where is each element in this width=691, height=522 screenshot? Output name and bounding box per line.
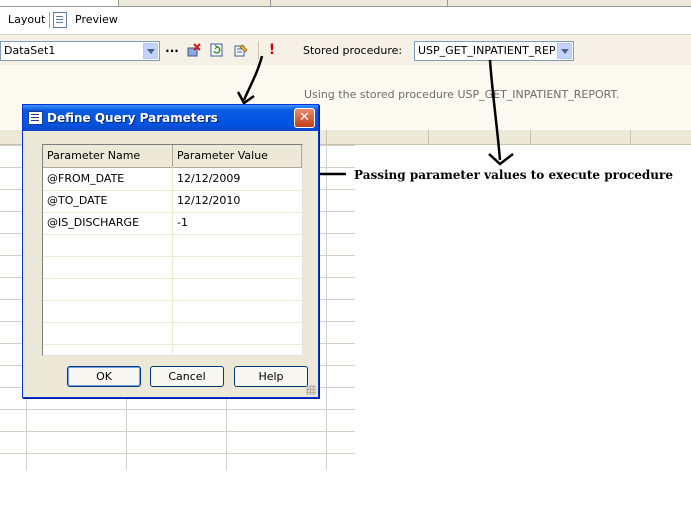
parameter-name-cell: @TO_DATE: [47, 194, 108, 207]
cancel-button[interactable]: Cancel: [150, 366, 224, 387]
arrow-to-grid: [488, 59, 502, 161]
parameters-table-header: Parameter Name Parameter Value: [43, 145, 302, 168]
arrow-to-run-icon: [242, 55, 264, 101]
define-query-parameters-dialog: Define Query Parameters ✕ Parameter Name…: [22, 104, 319, 398]
annotation-label: Passing parameter values to execute proc…: [354, 168, 673, 182]
resize-grip-icon[interactable]: [306, 385, 316, 395]
column-header-parameter-value[interactable]: Parameter Value: [173, 145, 302, 167]
empty-table-row[interactable]: [43, 300, 302, 323]
parameter-name-cell: @FROM_DATE: [47, 172, 125, 185]
empty-table-row[interactable]: [43, 234, 302, 257]
ok-button[interactable]: OK: [67, 366, 141, 387]
dialog-title: Define Query Parameters: [47, 111, 218, 125]
parameter-name-cell: @IS_DISCHARGE: [47, 216, 140, 229]
empty-table-row[interactable]: [43, 278, 302, 301]
empty-table-row[interactable]: [43, 256, 302, 279]
help-button[interactable]: Help: [234, 366, 308, 387]
table-row: @FROM_DATE 12/12/2009: [43, 168, 302, 191]
parameter-value-input[interactable]: 12/12/2009: [173, 168, 302, 190]
dialog-window-icon: [28, 111, 43, 125]
column-header-parameter-name[interactable]: Parameter Name: [43, 145, 173, 167]
empty-table-row[interactable]: [43, 322, 302, 345]
parameter-value-input[interactable]: 12/12/2010: [173, 190, 302, 212]
parameter-value-input[interactable]: -1: [173, 212, 302, 234]
dialog-titlebar[interactable]: Define Query Parameters ✕: [23, 105, 318, 131]
close-button[interactable]: ✕: [294, 108, 315, 128]
table-row: @IS_DISCHARGE -1: [43, 212, 302, 235]
table-row: @TO_DATE 12/12/2010: [43, 190, 302, 213]
parameters-table: Parameter Name Parameter Value @FROM_DAT…: [42, 144, 303, 356]
